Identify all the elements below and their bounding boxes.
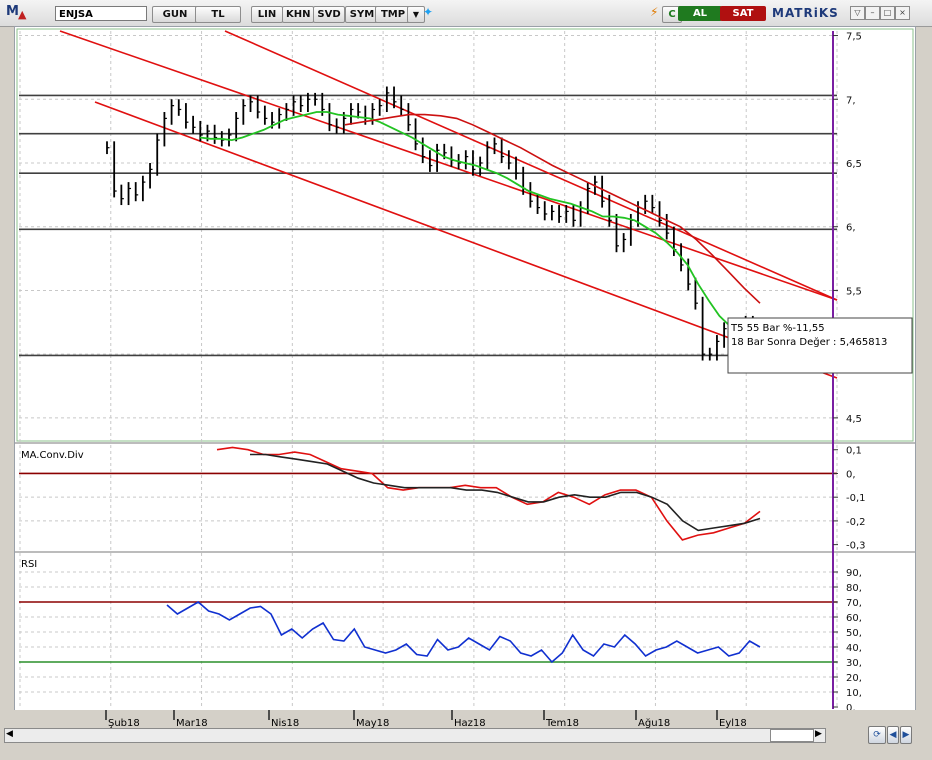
horizontal-scrollbar[interactable] xyxy=(4,728,826,743)
price-tick-label: 7,5 xyxy=(846,32,862,43)
rsi-tick-label: 50, xyxy=(846,628,862,639)
currency-button[interactable]: TL xyxy=(195,6,241,23)
rsi-tick-label: 60, xyxy=(846,613,862,624)
khn-button[interactable]: KHN xyxy=(282,6,314,23)
matriks-brand: MATRiKS xyxy=(772,6,839,20)
macd-layer xyxy=(19,446,837,541)
macd-tick-label: 0,1 xyxy=(846,446,862,457)
lin-button[interactable]: LIN xyxy=(251,6,283,23)
app-window: M ▲ ENJSA GUN TL LIN KHN SVD SYM TMP ▼ ✦… xyxy=(0,0,932,760)
lightning-icon[interactable]: ⚡ xyxy=(647,5,661,20)
x-axis: Şub18 Mar18 Nis18 May18 Haz18 Tem18 Ağu18 Eyl18 xyxy=(105,710,747,729)
sell-button[interactable]: SAT xyxy=(720,6,766,21)
svd-button[interactable]: SVD xyxy=(313,6,345,23)
tooltip-line-1: T5 55 Bar %-11,55 xyxy=(730,323,825,334)
rsi-tick-label: 70, xyxy=(846,598,862,609)
moving-average-layer xyxy=(199,111,761,327)
tooltip-line-2: 18 Bar Sonra Değer : 5,465813 xyxy=(731,336,887,348)
close-icon[interactable]: × xyxy=(895,6,910,20)
maximize-icon[interactable]: □ xyxy=(880,6,895,20)
rsi-tick-label: 20, xyxy=(846,673,862,684)
scroll-right-icon[interactable]: ▶ xyxy=(815,729,822,739)
channel-line-top xyxy=(224,30,838,301)
sym-button[interactable]: SYM xyxy=(345,6,379,23)
trend-channel-layer xyxy=(59,30,838,379)
twitter-icon[interactable]: ✦ xyxy=(420,5,436,20)
x-axis-month-label: May18 xyxy=(356,718,389,729)
macd-tick-label: -0,2 xyxy=(846,517,866,528)
symbol-input[interactable]: ENJSA xyxy=(55,6,147,21)
x-axis-month-label: Eyl18 xyxy=(719,718,747,729)
rsi-title: RSI xyxy=(21,559,37,570)
rsi-tick-label: 90, xyxy=(846,568,862,579)
minimize-icon[interactable]: – xyxy=(865,6,880,20)
macd-signal-line xyxy=(216,446,761,541)
x-axis-month-label: Mar18 xyxy=(176,718,208,729)
rsi-tick-label: 40, xyxy=(846,643,862,654)
channel-line-upper xyxy=(59,30,838,301)
chart-canvas[interactable]: 7,57,6,56,5,54,50,10,-0,1-0,2-0,390,80,7… xyxy=(15,27,915,711)
price-tick-label: 7, xyxy=(846,95,856,106)
macd-title: MA.Conv.Div xyxy=(21,450,84,461)
tmp-button[interactable]: TMP xyxy=(375,6,411,23)
rsi-layer xyxy=(19,571,837,693)
price-panel-frame xyxy=(16,28,914,442)
chart-type-icon[interactable]: ▲ xyxy=(15,7,29,22)
collapse-icon[interactable]: ▽ xyxy=(850,6,865,20)
macd-tick-label: -0,1 xyxy=(846,493,866,504)
projection-tooltip: T5 55 Bar %-11,55 18 Bar Sonra Değer : 5… xyxy=(727,317,913,374)
scroll-left-icon[interactable]: ◀ xyxy=(6,729,13,739)
macd-tick-label: -0,3 xyxy=(846,541,866,552)
channel-line-lower xyxy=(94,101,838,379)
macd-tick-label: 0, xyxy=(846,469,856,480)
x-axis-month-label: Haz18 xyxy=(454,718,486,729)
buy-button[interactable]: AL xyxy=(678,6,722,21)
bottom-bar: ◀ ▶ ⟳ ◀ ▶ Şub18 Mar18 Nis18 May18 Haz18 Tem18… xyxy=(0,710,932,760)
rsi-tick-label: 10, xyxy=(846,688,862,699)
x-axis-month-label: Şub18 xyxy=(108,718,140,729)
sma-green-line xyxy=(199,111,731,327)
rsi-tick-label: 30, xyxy=(846,658,862,669)
price-tick-label: 5,5 xyxy=(846,286,862,297)
period-button[interactable]: GUN xyxy=(152,6,198,23)
x-axis-month-label: Nis18 xyxy=(271,718,299,729)
price-tick-label: 6, xyxy=(846,223,856,234)
x-axis-month-label: Ağu18 xyxy=(638,717,670,729)
chart-toolbar: M ▲ ENJSA GUN TL LIN KHN SVD SYM TMP ▼ ✦… xyxy=(0,0,932,37)
price-tick-label: 6,5 xyxy=(846,159,862,170)
x-axis-month-label: Tem18 xyxy=(545,718,579,729)
price-tick-label: 4,5 xyxy=(846,414,862,425)
rsi-tick-label: 80, xyxy=(846,583,862,594)
scroll-thumb[interactable] xyxy=(770,729,814,742)
chart-area[interactable]: 7,5 7, 6,5 6, 5,5 4,5 0,1 0, -0,1 -0,2 -0,3 90, 80, 7… xyxy=(14,26,916,712)
